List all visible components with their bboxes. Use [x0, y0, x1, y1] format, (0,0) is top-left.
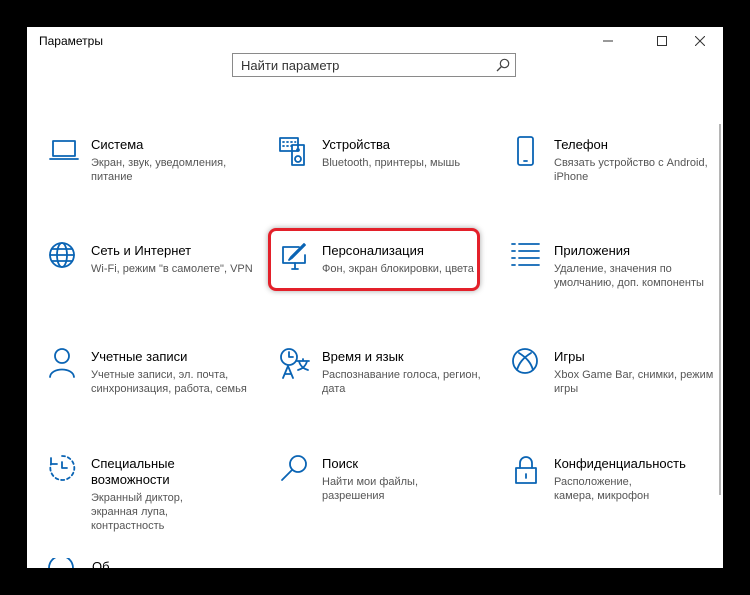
category-title: Система: [91, 137, 144, 152]
partial-category-title[interactable]: Об: [92, 559, 110, 568]
category-accounts[interactable]: Учетные записи Учетные записи, эл. почта…: [48, 347, 258, 417]
category-title: Поиск: [322, 456, 359, 471]
category-phone[interactable]: Телефон Связать устройство с Android, iP…: [511, 135, 721, 205]
title-bar: Параметры: [27, 27, 723, 55]
category-description: Экранный диктор, экранная лупа, контраст…: [91, 492, 183, 532]
lock-icon: [515, 456, 537, 484]
search-input[interactable]: [233, 54, 483, 76]
category-description: Связать устройство с Android, iPhone: [554, 157, 708, 183]
category-title: Учетные записи: [91, 349, 188, 364]
category-title: Время и язык: [322, 349, 404, 364]
category-apps[interactable]: Приложения Удаление, значения по умолчан…: [511, 241, 721, 311]
category-description: Расположение, камера, микрофон: [554, 476, 650, 502]
window-title: Параметры: [39, 34, 103, 48]
close-icon: [695, 36, 705, 46]
search-icon: [281, 455, 307, 481]
category-description: Распознавание голоса, регион, дата: [322, 369, 481, 395]
category-title: Специальные возможности: [91, 456, 175, 487]
update-icon: [48, 558, 74, 568]
search-box[interactable]: [232, 53, 516, 77]
category-search[interactable]: Поиск Найти мои файлы, разрешения: [279, 454, 489, 524]
category-description: Экран, звук, уведомления, питание: [91, 157, 227, 183]
category-description: Найти мои файлы, разрешения: [322, 476, 419, 502]
category-description: Xbox Game Bar, снимки, режим игры: [554, 369, 714, 395]
category-title: Сеть и Интернет: [91, 243, 192, 258]
category-title: Приложения: [554, 243, 631, 258]
category-title: Телефон: [554, 137, 608, 152]
category-description: Wi-Fi, режим "в самолете", VPN: [91, 263, 253, 275]
category-description: Учетные записи, эл. почта, синхронизация…: [91, 369, 247, 395]
laptop-icon: [49, 140, 79, 160]
settings-window: Параметры Система Экран, звук, уведомлен…: [27, 27, 723, 568]
close-button[interactable]: [677, 27, 723, 55]
vertical-scrollbar[interactable]: [719, 124, 721, 495]
xbox-icon: [512, 348, 538, 374]
category-description: Удаление, значения по умолчанию, доп. ко…: [554, 263, 704, 289]
category-gaming[interactable]: Игры Xbox Game Bar, снимки, режим игры: [511, 347, 721, 417]
category-network[interactable]: Сеть и Интернет Wi-Fi, режим "в самолете…: [48, 241, 258, 311]
category-system[interactable]: Система Экран, звук, уведомления, питани…: [48, 135, 258, 205]
globe-icon: [49, 242, 75, 268]
highlight-frame: [268, 228, 480, 291]
search-icon[interactable]: [496, 58, 510, 72]
category-devices[interactable]: Устройства Bluetooth, принтеры, мышь: [279, 135, 489, 205]
category-title: Устройства: [322, 137, 391, 152]
apps-list-icon: [511, 243, 540, 266]
category-time-language[interactable]: Время и язык Распознавание голоса, регио…: [279, 347, 489, 417]
ease-of-access-icon: [49, 455, 76, 481]
category-privacy[interactable]: Конфиденциальность Расположение, камера,…: [511, 454, 721, 524]
time-language-icon: [280, 348, 310, 379]
category-description: Bluetooth, принтеры, мышь: [322, 157, 461, 169]
maximize-icon: [657, 36, 667, 46]
person-icon: [49, 348, 75, 378]
category-title: Конфиденциальность: [554, 456, 686, 471]
keyboard-speaker-icon: [279, 137, 305, 166]
minimize-button[interactable]: [585, 27, 631, 55]
category-ease-of-access[interactable]: Специальные возможности Экранный диктор,…: [48, 454, 258, 532]
phone-icon: [517, 136, 534, 166]
minimize-icon: [603, 40, 613, 42]
category-title: Игры: [554, 349, 585, 364]
